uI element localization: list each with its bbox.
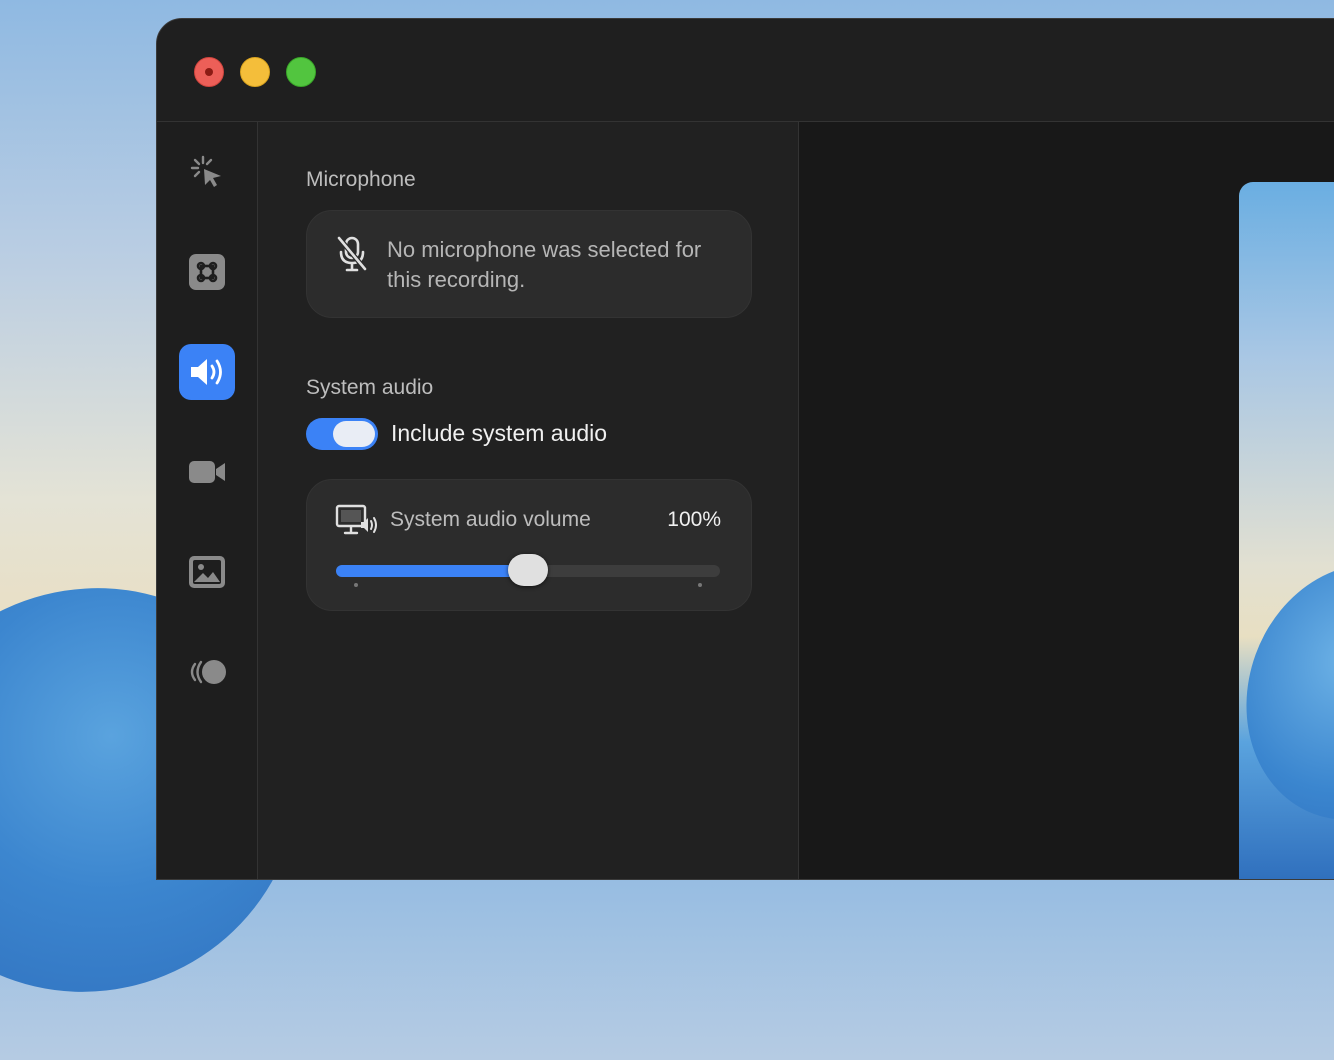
volume-slider-thumb[interactable] [508, 554, 548, 586]
cursor-click-icon [190, 155, 221, 187]
image-icon [189, 556, 225, 588]
sidebar-item-audio[interactable] [179, 344, 235, 400]
command-key-icon [189, 254, 225, 290]
volume-slider-fill [336, 565, 528, 577]
no-microphone-message: No microphone was selected for this reco… [387, 237, 702, 292]
sidebar-item-shortcuts[interactable] [179, 244, 235, 300]
system-audio-volume-value: 100% [667, 508, 721, 531]
sidebar-item-camera[interactable] [179, 444, 235, 500]
system-audio-volume-card: System audio volume 100% [306, 479, 752, 611]
motion-blur-icon [190, 660, 226, 684]
minimize-window-button[interactable] [240, 57, 270, 87]
include-system-audio-toggle[interactable] [306, 418, 378, 450]
system-audio-section-title: System audio [306, 376, 434, 399]
audio-settings-panel: Microphone No microphone was selected fo… [258, 122, 799, 879]
sidebar [157, 122, 258, 879]
include-system-audio-label: Include system audio [391, 420, 608, 446]
close-window-button[interactable] [194, 57, 224, 87]
sidebar-item-background[interactable] [179, 544, 235, 600]
slider-tick-min [354, 583, 358, 587]
toggle-knob [333, 421, 375, 447]
display-speaker-icon [335, 504, 377, 535]
microphone-section-title: Microphone [306, 168, 416, 191]
recording-preview [1211, 182, 1334, 879]
sidebar-item-cursor[interactable] [179, 144, 235, 200]
mic-off-icon [337, 236, 367, 272]
microphone-card: No microphone was selected for this reco… [306, 210, 752, 318]
sidebar-item-motion[interactable] [179, 644, 235, 700]
maximize-window-button[interactable] [286, 57, 316, 87]
speaker-icon [191, 359, 222, 385]
slider-tick-max [698, 583, 702, 587]
title-bar [157, 19, 1334, 122]
app-window: Microphone No microphone was selected fo… [156, 18, 1334, 880]
video-camera-icon [189, 461, 225, 483]
system-audio-volume-label: System audio volume [390, 508, 591, 531]
